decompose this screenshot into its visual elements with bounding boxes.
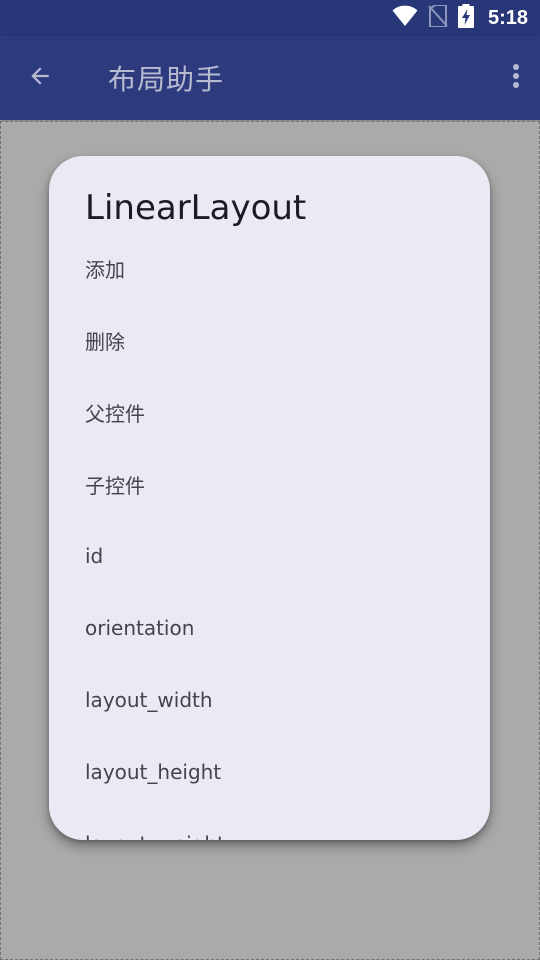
app-bar: 布局助手 [0,36,540,120]
app-title: 布局助手 [108,63,225,96]
menu-item-add[interactable]: 添加 [49,232,490,304]
menu-title: LinearLayout [85,188,307,228]
menu-item-children[interactable]: 子控件 [49,448,490,520]
no-sim-icon [428,4,448,31]
back-button[interactable] [16,56,64,100]
wifi-icon [392,5,418,31]
menu-item-layout-height[interactable]: layout_height [49,736,490,808]
menu-item-id[interactable]: id [49,520,490,592]
menu-item-layout-width[interactable]: layout_width [49,664,490,736]
overflow-menu-button[interactable] [506,56,526,100]
menu-item-parent[interactable]: 父控件 [49,376,490,448]
menu-item-layout-weight[interactable]: layout_weight [49,808,490,840]
status-time: 5:18 [487,6,528,29]
menu-list: 添加 删除 父控件 子控件 id orientation layout_widt… [49,232,490,841]
arrow-back-icon [27,63,53,93]
menu-item-orientation[interactable]: orientation [49,592,490,664]
status-bar: 5:18 [0,0,540,36]
battery-charging-icon [457,4,474,32]
context-menu: LinearLayout 添加 删除 父控件 子控件 id orientatio… [49,156,490,840]
more-vert-icon [512,63,520,93]
menu-item-delete[interactable]: 删除 [49,304,490,376]
status-icons: 5:18 [392,0,528,36]
